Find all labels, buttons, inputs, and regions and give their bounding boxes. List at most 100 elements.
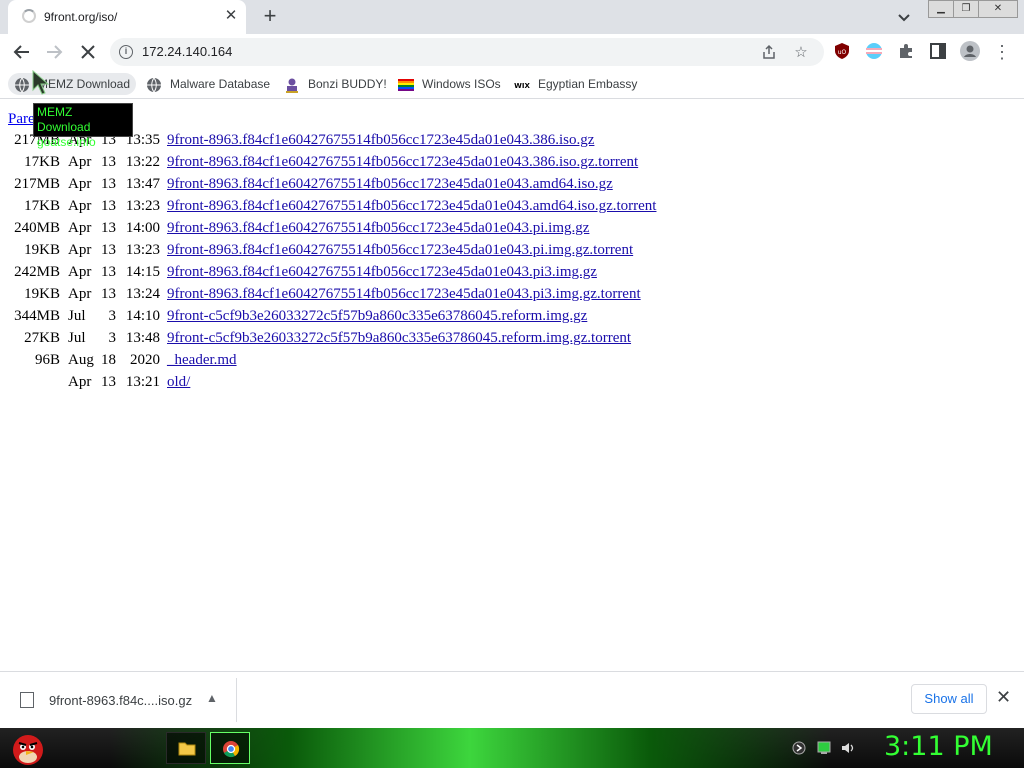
menu-kebab-icon[interactable]: ⋮: [990, 40, 1014, 64]
table-row: 17KB Apr 13 13:23 9front-8963.f84cf1e6042767…: [0, 198, 1024, 220]
file-month: Apr: [68, 286, 92, 302]
file-month: Apr: [68, 220, 92, 236]
extensions-puzzle-icon[interactable]: [897, 42, 915, 60]
bookmarks-bar: MEMZ Download Malware Database Bonzi BUD…: [0, 70, 1024, 99]
file-time: 14:10: [125, 308, 160, 324]
address-text[interactable]: 172.24.140.164: [142, 44, 232, 59]
file-time: 13:23: [125, 242, 160, 258]
file-time: 14:00: [125, 220, 160, 236]
bookmark-star-icon[interactable]: ☆: [792, 44, 810, 62]
file-month: Jul: [68, 308, 86, 324]
file-month: Apr: [68, 374, 92, 390]
table-row: 242MB Apr 13 14:15 9front-8963.f84cf1e604276…: [0, 264, 1024, 286]
file-link[interactable]: 9front-8963.f84cf1e60427675514fb056cc172…: [167, 264, 597, 281]
close-window-button[interactable]: ✕: [978, 0, 1018, 18]
file-link[interactable]: old/: [167, 374, 190, 391]
table-row: 240MB Apr 13 14:00 9front-8963.f84cf1e604276…: [0, 220, 1024, 242]
file-month: Apr: [68, 198, 92, 214]
minimize-window-button[interactable]: ▁: [928, 0, 954, 18]
bookmark-tooltip: MEMZ Download goatse.info: [33, 103, 133, 149]
file-link[interactable]: 9front-8963.f84cf1e60427675514fb056cc172…: [167, 220, 589, 237]
bookmark-malware-database[interactable]: Malware Database: [146, 73, 270, 95]
restore-window-button[interactable]: ❐: [953, 0, 979, 18]
file-day: 13: [101, 154, 116, 170]
file-link[interactable]: 9front-c5cf9b3e26033272c5f57b9a860c335e6…: [167, 330, 631, 347]
taskbar-clock[interactable]: 3:11 PM: [884, 731, 993, 762]
site-info-icon[interactable]: i: [119, 45, 133, 59]
file-link[interactable]: 9front-8963.f84cf1e60427675514fb056cc172…: [167, 286, 641, 303]
file-time: 13:21: [125, 374, 160, 390]
file-day: 13: [101, 198, 116, 214]
tab-search-chevron-icon[interactable]: [894, 8, 914, 28]
profile-avatar-icon[interactable]: [960, 41, 980, 61]
bookmark-label: Egyptian Embassy: [538, 77, 638, 91]
bookmark-egyptian-embassy[interactable]: WIX Egyptian Embassy: [514, 73, 637, 95]
taskbar: 3:11 PM: [0, 728, 1024, 768]
table-row: 217MB Apr 13 13:47 9front-8963.f84cf1e604276…: [0, 176, 1024, 198]
file-link[interactable]: 9front-8963.f84cf1e60427675514fb056cc172…: [167, 242, 633, 259]
side-panel-icon[interactable]: [929, 42, 947, 60]
file-day: 3: [108, 308, 117, 324]
ublock-origin-icon[interactable]: uO: [833, 42, 851, 60]
file-size: 27KB: [24, 330, 60, 346]
bookmark-memz-download[interactable]: MEMZ Download: [8, 73, 137, 95]
file-link[interactable]: _header.md: [167, 352, 237, 369]
show-all-button[interactable]: Show all: [911, 684, 987, 714]
file-link[interactable]: 9front-8963.f84cf1e60427675514fb056cc172…: [167, 198, 656, 215]
tab-close-button[interactable]: ✕: [222, 7, 240, 25]
file-day: 13: [101, 220, 116, 236]
globe-icon: [147, 77, 161, 93]
bookmark-label: Malware Database: [170, 77, 271, 91]
taskbar-chrome[interactable]: [210, 732, 250, 764]
table-row: 96B Aug 18 2020 _header.md: [0, 352, 1024, 374]
file-icon: [20, 692, 34, 708]
svg-text:WIX: WIX: [514, 82, 530, 90]
file-size: 217MB: [14, 176, 60, 192]
new-tab-button[interactable]: +: [258, 5, 282, 29]
file-month: Apr: [68, 176, 92, 192]
download-item[interactable]: 9front-8963.f84c....iso.gz ▲: [10, 678, 237, 722]
volume-icon[interactable]: [841, 741, 855, 755]
file-time: 13:22: [125, 154, 160, 170]
file-month: Apr: [68, 154, 92, 170]
file-day: 13: [101, 286, 116, 302]
bonzi-gorilla-icon: [286, 78, 298, 93]
bookmark-bonzi-buddy[interactable]: Bonzi BUDDY!: [284, 73, 387, 95]
address-bar[interactable]: i 172.24.140.164 ☆: [110, 38, 824, 66]
file-day: 13: [101, 176, 116, 192]
angry-bird-start-icon[interactable]: [8, 730, 48, 766]
stop-loading-icon[interactable]: [76, 40, 100, 64]
tab-strip: 9front.org/iso/ ✕ + ▁ ❐ ✕: [0, 0, 1024, 34]
tray-app-icon[interactable]: [792, 741, 806, 755]
globe-icon: [15, 77, 29, 93]
network-icon[interactable]: [817, 741, 831, 755]
file-day: 13: [101, 264, 116, 280]
tab-active[interactable]: 9front.org/iso/ ✕: [8, 0, 246, 34]
rainbow-flag-icon: [398, 78, 414, 91]
tab-title: 9front.org/iso/: [44, 10, 118, 24]
file-link[interactable]: 9front-8963.f84cf1e60427675514fb056cc172…: [167, 154, 638, 171]
file-time: 14:15: [125, 264, 160, 280]
file-link[interactable]: 9front-8963.f84cf1e60427675514fb056cc172…: [167, 176, 613, 193]
file-link[interactable]: 9front-8963.f84cf1e60427675514fb056cc172…: [167, 132, 594, 149]
chevron-up-icon[interactable]: ▲: [206, 691, 218, 705]
mouse-cursor-icon: [32, 70, 50, 95]
share-icon[interactable]: [760, 44, 778, 62]
bookmark-windows-isos[interactable]: Windows ISOs: [398, 73, 501, 95]
back-arrow-icon[interactable]: [10, 40, 34, 64]
table-row: 19KB Apr 13 13:24 9front-8963.f84cf1e6042767…: [0, 286, 1024, 308]
file-size: 19KB: [24, 242, 60, 258]
file-month: Aug: [68, 352, 94, 368]
file-size: 344MB: [14, 308, 60, 324]
file-size: 17KB: [24, 154, 60, 170]
table-row: 27KB Jul 3 13:48 9front-c5cf9b3e26033272c5f5…: [0, 330, 1024, 352]
file-link[interactable]: 9front-c5cf9b3e26033272c5f57b9a860c335e6…: [167, 308, 587, 325]
taskbar-file-explorer[interactable]: [166, 732, 206, 764]
file-time: 13:47: [125, 176, 160, 192]
extension-flag-icon[interactable]: [865, 42, 883, 60]
forward-arrow-icon[interactable]: [42, 40, 66, 64]
close-shelf-button[interactable]: ✕: [996, 687, 1011, 708]
bookmark-label: Bonzi BUDDY!: [308, 77, 387, 91]
file-size: 96B: [34, 352, 60, 368]
table-row: Apr 13 13:21 old/: [0, 374, 1024, 396]
